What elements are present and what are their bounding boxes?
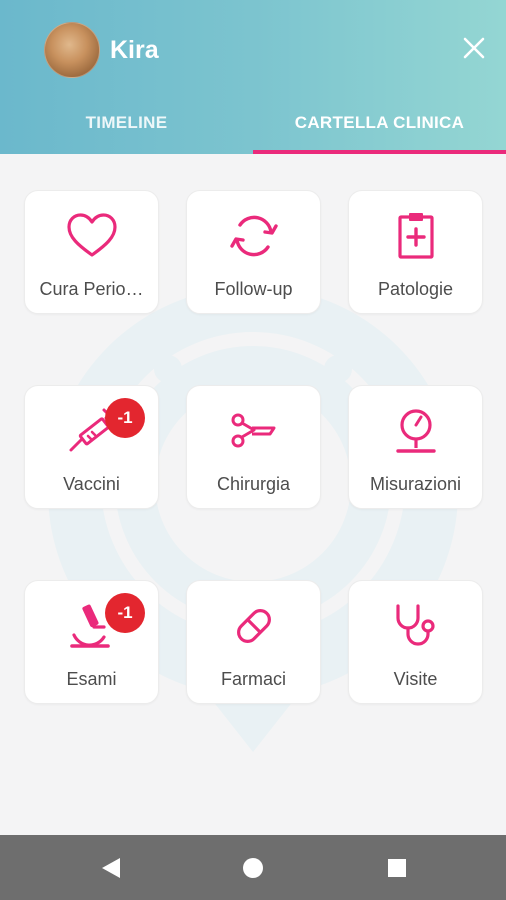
pill-icon — [226, 601, 282, 651]
tab-bar: TIMELINE CARTELLA CLINICA — [0, 96, 506, 154]
tab-cartella-clinica[interactable]: CARTELLA CLINICA — [253, 96, 506, 154]
card-label: Patologie — [377, 279, 454, 299]
recents-icon — [388, 859, 406, 877]
card-vaccini[interactable]: -1 Vaccini — [24, 385, 159, 509]
android-nav-bar — [0, 835, 506, 900]
card-label: Esami — [66, 669, 117, 689]
scissors-icon — [226, 406, 282, 456]
notification-badge: -1 — [105, 593, 145, 633]
stethoscope-icon — [388, 601, 444, 651]
card-esami[interactable]: -1 Esami — [24, 580, 159, 704]
back-icon — [102, 858, 120, 878]
recents-button[interactable] — [382, 853, 412, 883]
card-label: Misurazioni — [369, 474, 462, 494]
pet-avatar[interactable] — [44, 22, 100, 78]
clipboard-medical-icon — [388, 211, 444, 261]
tab-timeline[interactable]: TIMELINE — [0, 96, 253, 154]
card-label: Vaccini — [63, 474, 120, 494]
card-label: Visite — [393, 669, 438, 689]
card-follow-up[interactable]: Follow-up — [186, 190, 321, 314]
card-label: Chirurgia — [216, 474, 291, 494]
card-label: Farmaci — [220, 669, 286, 689]
gauge-icon — [388, 406, 444, 456]
content-area: Cura Perio… Follow-up Patologie -1 Vacci… — [0, 154, 506, 835]
app-header: Kira TIMELINE CARTELLA CLINICA — [0, 0, 506, 154]
card-farmaci[interactable]: Farmaci — [186, 580, 321, 704]
pet-name: Kira — [110, 36, 159, 64]
card-label: Follow-up — [214, 279, 293, 299]
back-button[interactable] — [96, 853, 126, 883]
card-chirurgia[interactable]: Chirurgia — [186, 385, 321, 509]
card-cura-periodica[interactable]: Cura Perio… — [24, 190, 159, 314]
card-visite[interactable]: Visite — [348, 580, 483, 704]
card-label: Cura Perio… — [39, 279, 144, 299]
home-button[interactable] — [238, 853, 268, 883]
heart-icon — [64, 211, 120, 261]
refresh-icon — [226, 211, 282, 261]
home-icon — [243, 858, 263, 878]
close-button[interactable] — [458, 32, 490, 64]
close-icon — [463, 37, 485, 59]
notification-badge: -1 — [105, 398, 145, 438]
card-patologie[interactable]: Patologie — [348, 190, 483, 314]
card-misurazioni[interactable]: Misurazioni — [348, 385, 483, 509]
